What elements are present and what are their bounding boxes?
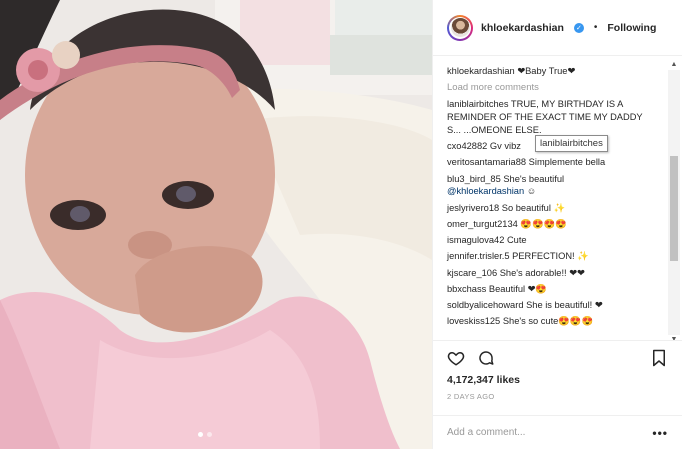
avatar-ring [449, 16, 471, 39]
comment-item: blu3_bird_85 She's beautiful @khloekarda… [447, 173, 656, 199]
comment-username[interactable]: ismagulova42 [447, 235, 504, 245]
add-comment-input[interactable]: Add a comment... [447, 427, 525, 438]
post-sidebar: khloekardashian ✓ • Following khloekarda… [432, 0, 682, 449]
baby-photo-illustration [0, 0, 432, 449]
verified-badge-icon: ✓ [573, 22, 584, 33]
comment-mention-link[interactable]: @khloekardashian [447, 186, 524, 196]
comments-scrollbar[interactable]: ▲ ▼ [668, 60, 680, 345]
comment-text: Beautiful ❤😍 [488, 283, 548, 294]
carousel-dot [207, 432, 212, 437]
comment-text: Gv vibz [489, 141, 521, 152]
comment-text: 😍😍😍😍 [520, 218, 567, 229]
comment-username[interactable]: jeslyrivero18 [447, 203, 499, 213]
comment-text-suffix: ☺ [526, 186, 537, 197]
comment-item: kjscare_106 She's adorable!! ❤❤ [447, 267, 656, 280]
likes-count[interactable]: 4,172,347 likes [433, 374, 682, 390]
comment-item: jennifer.trisler.5 PERFECTION! ✨ [447, 250, 656, 263]
avatar[interactable] [447, 14, 473, 41]
post-actions-bar [433, 340, 682, 374]
comment-icon[interactable] [477, 349, 495, 367]
comment-username[interactable]: soldbyalicehoward [447, 300, 524, 310]
username-tooltip: laniblairbitches [535, 135, 608, 153]
comment-text: So beautiful ✨ [501, 202, 566, 213]
comment-text: She's beautiful [503, 173, 565, 184]
instagram-post: khloekardashian ✓ • Following khloekarda… [0, 0, 682, 449]
carousel-dot [198, 432, 203, 437]
scroll-thumb[interactable] [670, 156, 678, 261]
load-more-comments-link[interactable]: Load more comments [447, 81, 656, 94]
comment-item: laniblairbitches TRUE, MY BIRTHDAY IS A … [447, 98, 656, 136]
scroll-track[interactable] [668, 70, 680, 335]
post-header: khloekardashian ✓ • Following [433, 0, 682, 56]
following-button[interactable]: Following [607, 22, 656, 34]
bookmark-icon[interactable] [650, 349, 668, 367]
comment-item: bbxchass Beautiful ❤😍 [447, 283, 656, 296]
comment-username[interactable]: kjscare_106 [447, 268, 497, 278]
comment-text: She's so cute😍😍😍 [502, 316, 594, 327]
carousel-indicator [198, 432, 212, 437]
separator-dot: • [593, 22, 598, 33]
caption: khloekardashian ❤Baby True❤ [447, 65, 656, 78]
comment-item: omer_turgut2134 😍😍😍😍 [447, 218, 656, 231]
comment-username[interactable]: omer_turgut2134 [447, 219, 518, 229]
comment-username[interactable]: loveskiss125 [447, 316, 500, 326]
header-username[interactable]: khloekardashian [481, 22, 564, 34]
heart-icon[interactable] [447, 349, 465, 367]
comment-username[interactable]: laniblairbitches [447, 99, 509, 109]
comment-username[interactable]: jennifer.trisler.5 [447, 251, 510, 261]
post-date[interactable]: 2 DAYS AGO [433, 390, 682, 406]
scroll-up-arrow-icon[interactable]: ▲ [668, 60, 680, 70]
caption-username[interactable]: khloekardashian [447, 66, 515, 76]
comment-username[interactable]: bbxchass [447, 284, 486, 294]
comment-item: ismagulova42 Cute [447, 234, 656, 247]
add-comment-bar: Add a comment... ••• [433, 415, 682, 449]
comment-text: Simplemente bella [528, 157, 606, 168]
comments-list: khloekardashian ❤Baby True❤ Load more co… [433, 56, 682, 340]
comment-username[interactable]: cxo42882 [447, 141, 487, 151]
post-photo[interactable] [0, 0, 432, 449]
comment-text: Cute [506, 235, 527, 246]
more-options-icon[interactable]: ••• [652, 426, 668, 440]
comment-item: loveskiss125 She's so cute😍😍😍 [447, 315, 656, 328]
comment-item: veritosantamaria88 Simplemente bella [447, 156, 656, 169]
comment-item: jeslyrivero18 So beautiful ✨ [447, 202, 656, 215]
comment-text: She is beautiful! ❤ [526, 300, 603, 310]
comment-text: PERFECTION! ✨ [512, 251, 589, 262]
comment-username[interactable]: veritosantamaria88 [447, 157, 526, 167]
comment-item: soldbyalicehoward She is beautiful! ❤ [447, 299, 656, 312]
avatar-image [450, 18, 470, 37]
comment-username[interactable]: blu3_bird_85 [447, 174, 501, 184]
caption-text: ❤Baby True❤ [517, 66, 576, 76]
comment-text: She's adorable!! ❤❤ [499, 267, 585, 278]
